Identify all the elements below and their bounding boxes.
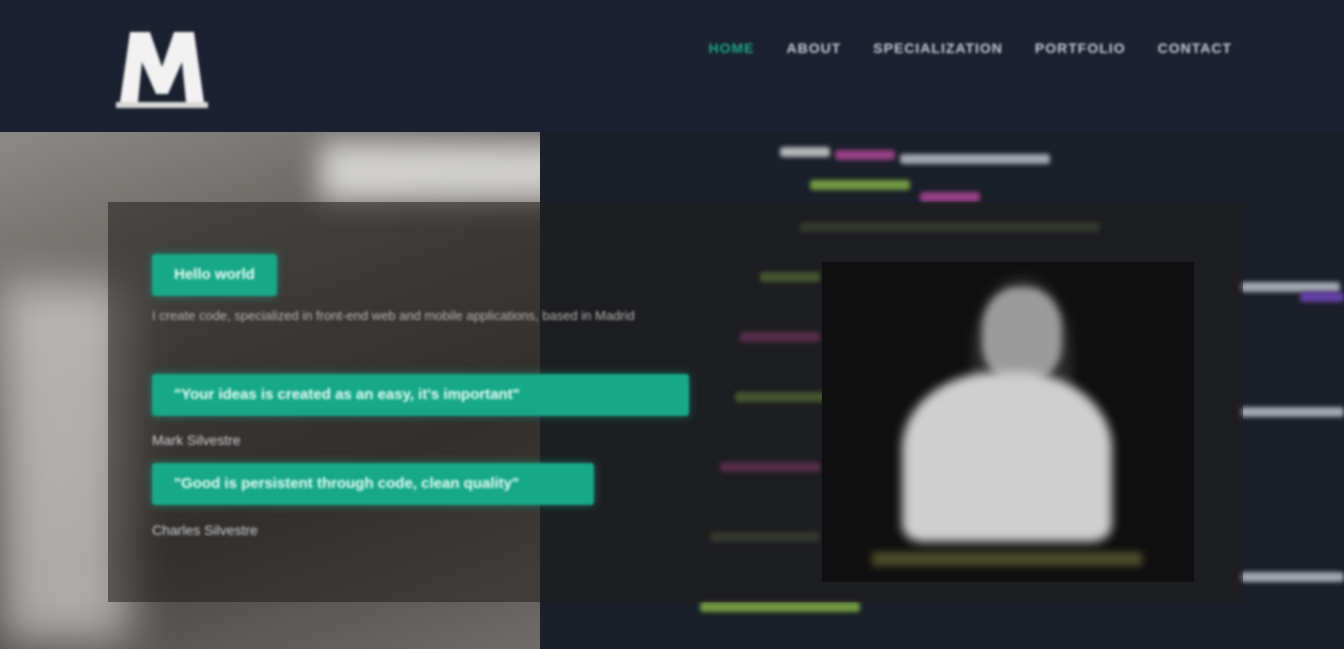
site-header: HOME ABOUT SPECIALIZATION PORTFOLIO CONT… <box>0 0 1344 132</box>
nav-specialization[interactable]: SPECIALIZATION <box>871 36 1005 60</box>
quote-author-1: Mark Silvestre <box>152 432 241 448</box>
nav-portfolio[interactable]: PORTFOLIO <box>1033 36 1128 60</box>
nav-about[interactable]: ABOUT <box>785 36 844 60</box>
quote-badge-2: "Good is persistent through code, clean … <box>152 463 594 505</box>
quote-badge-1: "Your ideas is created as an easy, it's … <box>152 374 689 416</box>
intro-text: I create code, specialized in front-end … <box>152 308 635 323</box>
profile-photo <box>822 262 1194 582</box>
hello-badge: Hello world <box>152 254 277 296</box>
hero-section: Hello world I create code, specialized i… <box>0 132 1344 649</box>
logo[interactable] <box>112 22 212 110</box>
nav-home[interactable]: HOME <box>707 36 757 60</box>
quote-author-2: Charles Silvestre <box>152 522 258 538</box>
nav-contact[interactable]: CONTACT <box>1156 36 1234 60</box>
main-nav: HOME ABOUT SPECIALIZATION PORTFOLIO CONT… <box>707 36 1235 60</box>
